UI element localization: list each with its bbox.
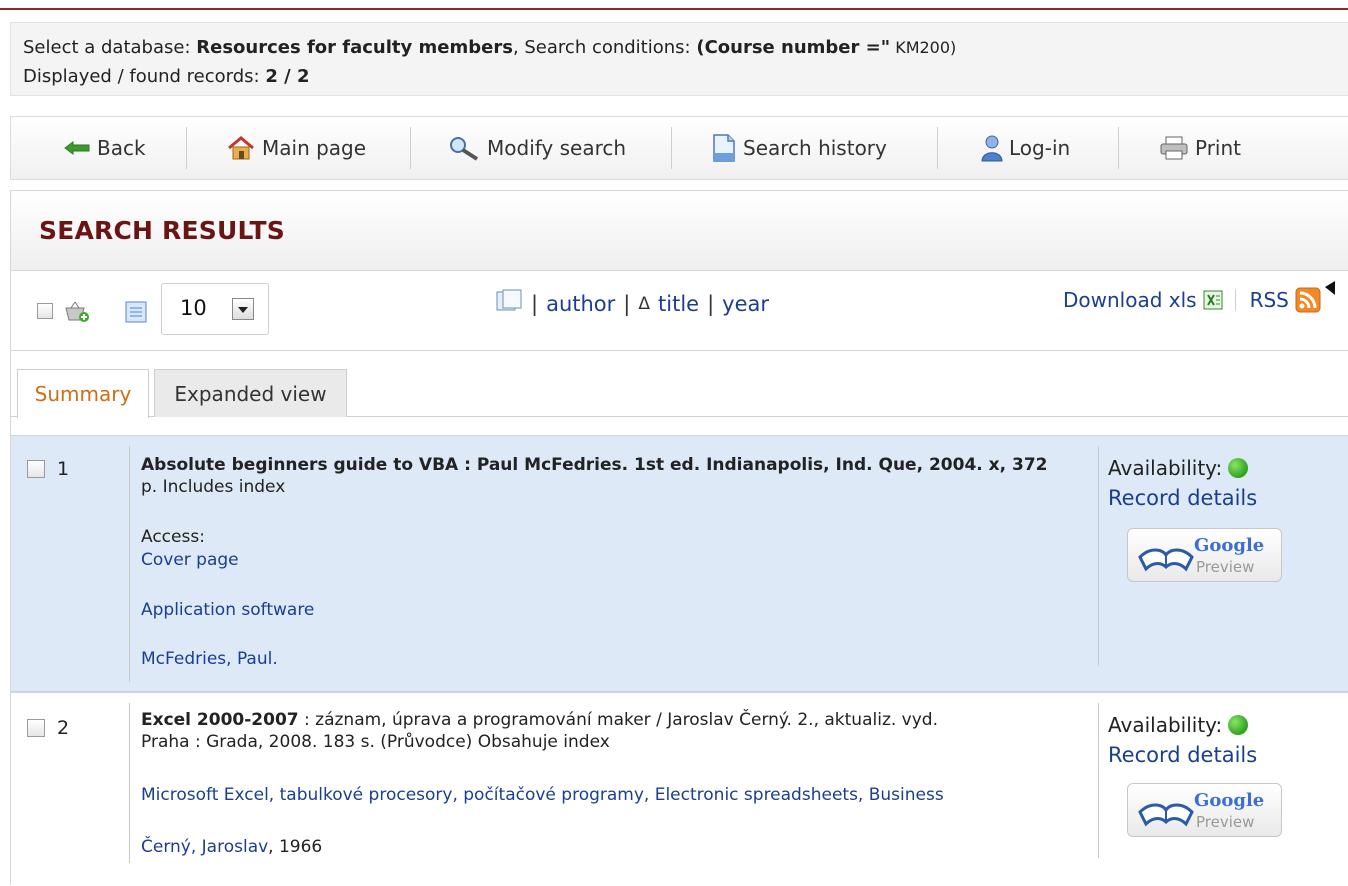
- sort-icon[interactable]: [495, 289, 523, 318]
- toolbar-divider: [671, 127, 672, 169]
- main-page-button[interactable]: Main page: [226, 117, 366, 179]
- availability: Availability:: [1108, 713, 1249, 737]
- record-number: 2: [27, 717, 69, 739]
- subject-link[interactable]: Application software: [141, 600, 314, 620]
- page-title: SEARCH RESULTS: [39, 216, 285, 245]
- magnifier-icon: [447, 135, 481, 161]
- sort-direction-icon: Δ: [638, 293, 651, 314]
- search-condition: (Course number =": [696, 37, 891, 58]
- record-details-link[interactable]: Record details: [1108, 743, 1257, 767]
- author-link[interactable]: McFedries, Paul.: [141, 649, 278, 669]
- divider: [129, 703, 130, 863]
- google-preview-button[interactable]: Google Preview: [1127, 528, 1282, 582]
- select-all-checkbox[interactable]: [37, 303, 53, 319]
- view-tabs: Summary Expanded view: [11, 351, 1348, 418]
- subject-link[interactable]: Microsoft Excel, tabulkové procesory, po…: [141, 785, 944, 805]
- rss-link[interactable]: RSS: [1250, 288, 1289, 312]
- download-area: Download xls RSS: [1063, 281, 1337, 313]
- search-history-button[interactable]: Search history: [711, 117, 887, 179]
- record-number: 1: [27, 458, 69, 480]
- record-details-link[interactable]: Record details: [1108, 486, 1257, 510]
- chevron-down-icon: [232, 298, 254, 320]
- search-info-bar: Select a database: Resources for faculty…: [10, 22, 1348, 96]
- list-view-icon[interactable]: [125, 301, 147, 327]
- toolbar-divider: [186, 127, 187, 169]
- back-arrow-icon: [63, 140, 91, 156]
- results-header: SEARCH RESULTS: [11, 191, 1348, 271]
- modify-search-button[interactable]: Modify search: [447, 117, 626, 179]
- record-title: Excel 2000-2007 : záznam, úprava a progr…: [141, 710, 938, 752]
- available-status-icon: [1228, 715, 1249, 735]
- rss-icon[interactable]: [1295, 287, 1321, 313]
- home-icon: [226, 135, 256, 161]
- availability: Availability:: [1108, 456, 1249, 480]
- sort-by-year-link[interactable]: year: [722, 292, 769, 316]
- tab-summary[interactable]: Summary: [17, 369, 149, 418]
- user-icon: [981, 134, 1003, 162]
- results-controls: 10 | author | Δ title | year Download xl…: [11, 271, 1348, 351]
- tab-expanded-view[interactable]: Expanded view: [154, 369, 347, 417]
- record-checkbox[interactable]: [27, 460, 45, 478]
- divider: [1234, 289, 1236, 311]
- download-xls-link[interactable]: Download xls: [1063, 288, 1197, 312]
- cover-page-link[interactable]: Cover page: [141, 550, 239, 570]
- toolbar: Back Main page Modify search Search hist…: [10, 116, 1348, 180]
- access-label: Access:: [141, 527, 205, 547]
- toolbar-divider: [1118, 127, 1119, 169]
- divider: [129, 446, 130, 682]
- sort-by-author-link[interactable]: author: [546, 292, 615, 316]
- top-border: [0, 8, 1348, 10]
- records-per-page-select[interactable]: 10: [161, 283, 269, 335]
- record-title: Absolute beginners guide to VBA : Paul M…: [141, 455, 1048, 497]
- divider: [1098, 703, 1099, 858]
- author-line: Černý, Jaroslav, 1966: [141, 837, 323, 857]
- print-button[interactable]: Print: [1159, 117, 1241, 179]
- sort-by-title-link[interactable]: title: [658, 292, 699, 316]
- record-count-line: Displayed / found records: 2 / 2: [23, 66, 310, 87]
- google-preview-button[interactable]: Google Preview: [1127, 783, 1282, 837]
- basket-add-icon[interactable]: [63, 299, 91, 327]
- document-icon: [711, 134, 737, 162]
- cursor-pointer-icon: [1323, 281, 1337, 299]
- table-row: 1 Absolute beginners guide to VBA : Paul…: [11, 435, 1348, 693]
- available-status-icon: [1228, 458, 1249, 478]
- printer-icon: [1159, 136, 1189, 160]
- author-link[interactable]: Černý, Jaroslav: [141, 837, 268, 857]
- toolbar-divider: [937, 127, 938, 169]
- back-button[interactable]: Back: [63, 117, 146, 179]
- open-book-icon: [1136, 794, 1196, 832]
- login-button[interactable]: Log-in: [981, 117, 1070, 179]
- divider: [1098, 446, 1099, 666]
- toolbar-divider: [410, 127, 411, 169]
- open-book-icon: [1136, 539, 1196, 577]
- excel-icon[interactable]: [1203, 290, 1223, 310]
- table-row: 2 Excel 2000-2007 : záznam, úprava a pro…: [11, 693, 1348, 886]
- record-count: 2 / 2: [265, 66, 310, 87]
- search-results-panel: SEARCH RESULTS 10 | author | Δ title | y…: [10, 190, 1348, 886]
- search-conditions-line: Select a database: Resources for faculty…: [23, 37, 957, 58]
- database-name: Resources for faculty members: [196, 37, 513, 58]
- record-checkbox[interactable]: [27, 719, 45, 737]
- sort-options: | author | Δ title | year: [495, 289, 769, 318]
